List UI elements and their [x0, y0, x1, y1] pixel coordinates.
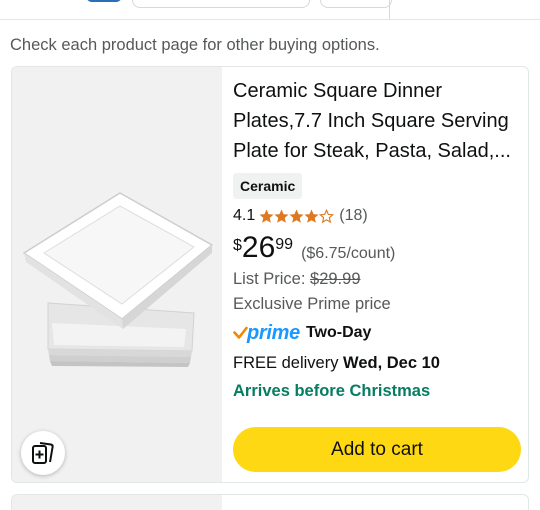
product-card[interactable]: Ceramic Square Dinner Plates,7.7 Inch Sq…	[11, 66, 529, 483]
star-icon	[304, 208, 319, 223]
product-title[interactable]: Ceramic Square Dinner Plates,7.7 Inch Sq…	[233, 76, 523, 166]
product-image[interactable]	[12, 67, 222, 482]
filter-pill[interactable]	[132, 0, 310, 8]
filter-bar	[0, 0, 540, 20]
rating-row[interactable]: 4.1 (18)	[233, 206, 368, 226]
product-image[interactable]	[12, 495, 222, 510]
list-price-label: List Price:	[233, 270, 306, 288]
price: $ 26 99 ($6.75/count)	[233, 231, 395, 267]
compare-add-button[interactable]	[21, 431, 65, 475]
product-card[interactable]	[11, 494, 529, 510]
exclusive-prime-price: Exclusive Prime price	[233, 295, 391, 313]
list-price: List Price: $29.99	[233, 270, 361, 289]
price-whole: 26	[241, 231, 276, 264]
add-to-cart-button[interactable]: Add to cart	[233, 427, 521, 472]
price-fraction: 99	[275, 236, 294, 253]
prime-delivery: prime Two-Day	[233, 321, 371, 345]
prime-speed: Two-Day	[305, 324, 372, 341]
filter-pill[interactable]	[320, 0, 392, 8]
star-icon	[259, 208, 274, 223]
review-count[interactable]: (18)	[339, 207, 367, 225]
divider	[389, 0, 390, 20]
delivery-date: Wed, Dec 10	[343, 354, 440, 372]
star-icon	[274, 208, 289, 223]
compare-add-icon	[32, 442, 54, 464]
rating-value: 4.1	[233, 207, 256, 224]
star-rating[interactable]	[259, 208, 335, 224]
price-symbol: $	[233, 237, 242, 254]
prime-logo: prime	[247, 321, 300, 344]
buying-options-notice: Check each product page for other buying…	[10, 36, 380, 54]
arrives-before-christmas: Arrives before Christmas	[233, 382, 431, 400]
square-plates-image	[22, 192, 214, 367]
star-icon	[289, 208, 304, 223]
filter-chip-active[interactable]	[86, 0, 122, 2]
unit-price: ($6.75/count)	[301, 245, 396, 262]
list-price-value: $29.99	[310, 270, 361, 288]
prime-check-icon	[233, 326, 248, 339]
delivery-info: FREE delivery Wed, Dec 10	[233, 354, 440, 373]
star-outline-icon	[319, 208, 335, 223]
material-badge: Ceramic	[233, 173, 303, 199]
divider	[0, 19, 540, 20]
delivery-prefix: FREE delivery	[233, 354, 339, 372]
